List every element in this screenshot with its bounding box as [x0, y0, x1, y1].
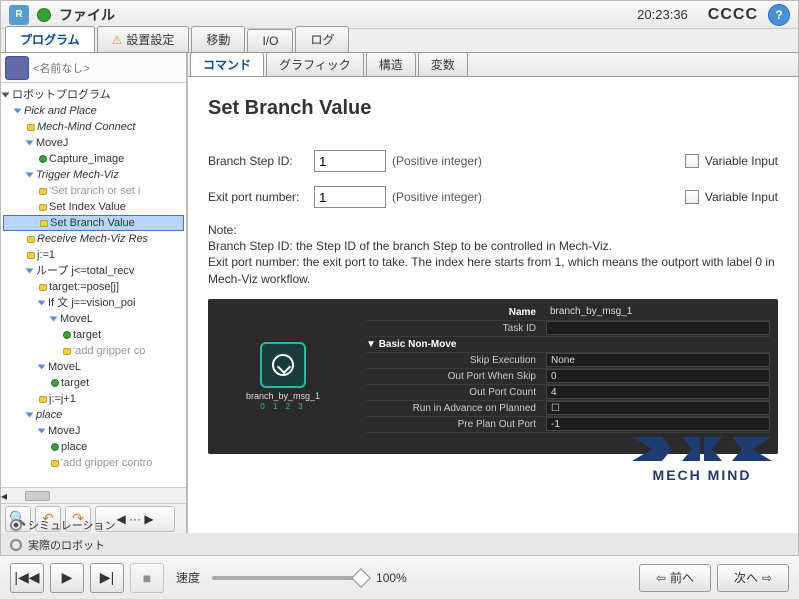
- next-button[interactable]: 次へ ⇨: [717, 564, 789, 592]
- cccc-label: CCCC: [708, 6, 758, 24]
- tree-item[interactable]: MoveL: [3, 359, 184, 375]
- branch-node-icon: [260, 342, 306, 388]
- note-header: Note:: [208, 222, 778, 238]
- save-icon[interactable]: [5, 56, 29, 80]
- node-label: branch_by_msg_1: [246, 391, 320, 401]
- filename-label: <名前なし>: [33, 60, 90, 76]
- help-button[interactable]: ?: [768, 4, 790, 26]
- tree-item[interactable]: If 文 j==vision_poi: [3, 295, 184, 311]
- tree-item[interactable]: MoveJ: [3, 423, 184, 439]
- tree-item[interactable]: j:=1: [3, 247, 184, 263]
- ur-logo: R: [9, 5, 29, 25]
- exit-varinput-label: Variable Input: [705, 190, 778, 204]
- file-menu[interactable]: ファイル: [59, 5, 115, 25]
- main-tabs: プログラム ⚠設置設定 移動 I/O ログ: [1, 29, 798, 53]
- prev-button[interactable]: ⇦ 前へ: [639, 564, 711, 592]
- tab-program[interactable]: プログラム: [5, 26, 95, 52]
- tree-item[interactable]: Receive Mech-Viz Res: [3, 231, 184, 247]
- tree-item[interactable]: Mech-Mind Connect: [3, 119, 184, 135]
- branch-step-input[interactable]: [314, 150, 386, 172]
- tree-item[interactable]: ロボットプログラム: [3, 87, 184, 103]
- branch-step-label: Branch Step ID:: [208, 154, 308, 168]
- rewind-button[interactable]: |◀◀: [10, 563, 44, 593]
- speed-slider[interactable]: [212, 576, 362, 580]
- speed-pct: 100%: [376, 571, 407, 585]
- tab-installation[interactable]: ⚠設置設定: [97, 26, 190, 52]
- tree-item[interactable]: Set Index Value: [3, 199, 184, 215]
- status-circle: [37, 8, 51, 22]
- clock: 20:23:36: [637, 7, 688, 22]
- tab-variables[interactable]: 変数: [418, 52, 468, 76]
- tree-item[interactable]: target: [3, 375, 184, 391]
- node-ports: 0 1 2 3: [260, 402, 305, 411]
- branch-varinput-checkbox[interactable]: [685, 154, 699, 168]
- program-tree[interactable]: ロボットプログラムPick and PlaceMech-Mind Connect…: [1, 83, 186, 487]
- tab-io[interactable]: I/O: [247, 29, 293, 52]
- tab-log[interactable]: ログ: [295, 26, 349, 52]
- exit-hint: (Positive integer): [392, 190, 679, 204]
- tree-item[interactable]: Pick and Place: [3, 103, 184, 119]
- tree-item[interactable]: 'add gripper co: [3, 343, 184, 359]
- tree-item[interactable]: ループ j<=total_recv: [3, 263, 184, 279]
- tab-move[interactable]: 移動: [191, 26, 245, 52]
- tree-item[interactable]: MoveJ: [3, 135, 184, 151]
- tree-item[interactable]: Set Branch Value: [3, 215, 184, 231]
- speed-label: 速度: [176, 569, 200, 586]
- note-line2: Exit port number: the exit port to take.…: [208, 254, 778, 286]
- exit-port-input[interactable]: [314, 186, 386, 208]
- play-button[interactable]: ▶: [50, 563, 84, 593]
- warn-icon: ⚠: [112, 33, 123, 47]
- tree-item[interactable]: 'add gripper contro: [3, 455, 184, 471]
- tab-graphic[interactable]: グラフィック: [266, 52, 364, 76]
- sim-label: シミュレーション: [28, 517, 116, 533]
- branch-hint: (Positive integer): [392, 154, 679, 168]
- exit-port-label: Exit port number:: [208, 190, 308, 204]
- tree-item[interactable]: j:=j+1: [3, 391, 184, 407]
- tree-item[interactable]: target: [3, 327, 184, 343]
- sim-radio[interactable]: [10, 519, 22, 531]
- mechmind-logo: MECH MIND: [622, 435, 782, 483]
- tab-command[interactable]: コマンド: [190, 52, 264, 76]
- step-button[interactable]: ▶|: [90, 563, 124, 593]
- tree-item[interactable]: place: [3, 407, 184, 423]
- real-label: 実際のロボット: [28, 537, 105, 553]
- tab-structure[interactable]: 構造: [366, 52, 416, 76]
- tree-item[interactable]: MoveL: [3, 311, 184, 327]
- page-title: Set Branch Value: [208, 97, 778, 120]
- stop-button[interactable]: ■: [130, 563, 164, 593]
- real-radio[interactable]: [10, 539, 22, 551]
- note-line1: Branch Step ID: the Step ID of the branc…: [208, 238, 778, 254]
- branch-varinput-label: Variable Input: [705, 154, 778, 168]
- exit-varinput-checkbox[interactable]: [685, 190, 699, 204]
- tree-item[interactable]: 'Set branch or set i: [3, 183, 184, 199]
- tree-item[interactable]: Trigger Mech-Viz: [3, 167, 184, 183]
- tree-hscroll[interactable]: ◂: [1, 487, 186, 503]
- tree-item[interactable]: Capture_image: [3, 151, 184, 167]
- tree-item[interactable]: place: [3, 439, 184, 455]
- mechviz-preview: branch_by_msg_1 0 1 2 3 Namebranch_by_ms…: [208, 299, 778, 454]
- tree-item[interactable]: target:=pose[j]: [3, 279, 184, 295]
